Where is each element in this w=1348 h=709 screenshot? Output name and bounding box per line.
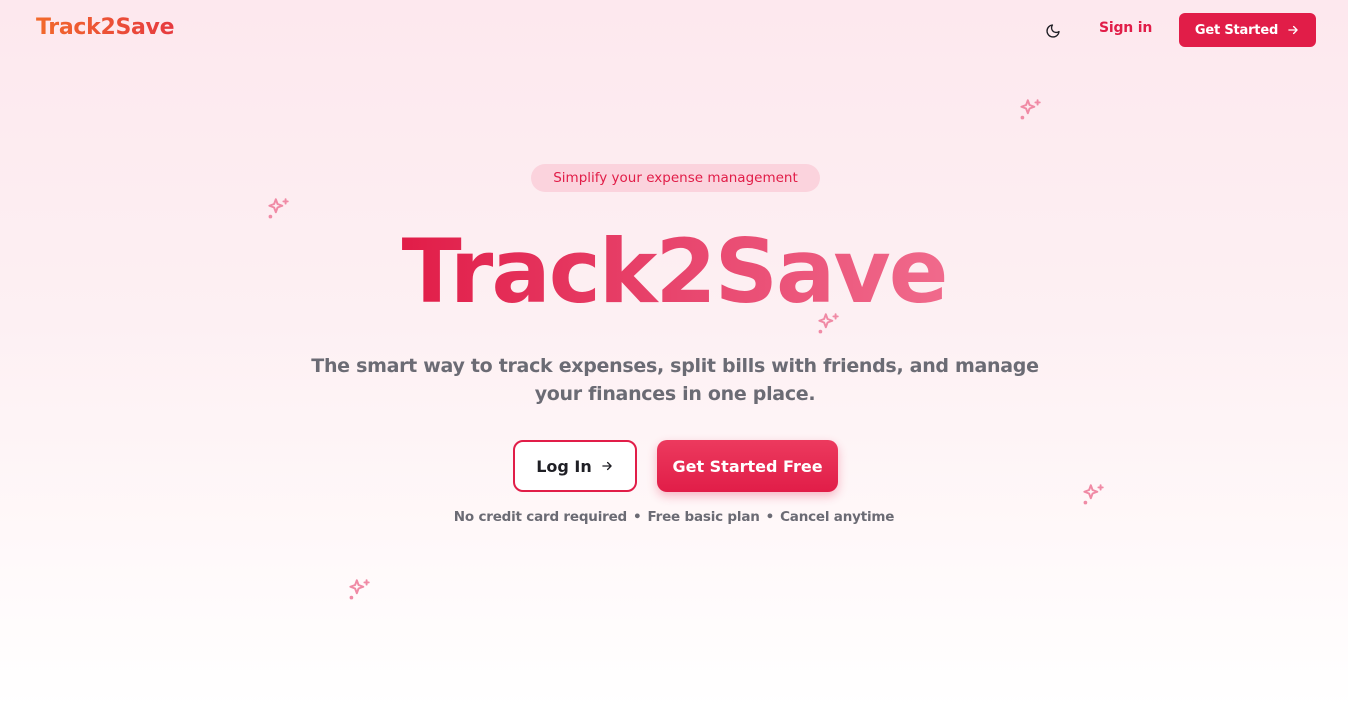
get-started-free-label: Get Started Free [672, 456, 823, 476]
get-started-label: Get Started [1194, 22, 1279, 38]
sparkle-icon [1020, 99, 1041, 120]
logo[interactable]: Track2Save [36, 15, 175, 40]
arrow-right-icon [1288, 25, 1298, 35]
perks-list: No credit card required • Free basic pla… [0, 509, 1348, 525]
perk-item: Cancel anytime [780, 509, 895, 525]
sparkle-icon [1083, 484, 1104, 505]
log-in-label: Log In [536, 456, 592, 476]
get-started-button[interactable]: Get Started [1179, 13, 1316, 47]
perk-separator: • [633, 509, 642, 525]
sparkle-icon [268, 198, 289, 219]
tagline-badge: Simplify your expense management [531, 164, 820, 192]
hero-title: Track2Save [0, 218, 1348, 326]
navbar: Track2Save Sign in Get Started [0, 0, 1348, 60]
moon-icon [1046, 24, 1060, 38]
sign-in-link[interactable]: Sign in [1099, 20, 1152, 36]
hero-title-text: Track2Save [401, 220, 949, 323]
theme-toggle-button[interactable] [1042, 20, 1064, 42]
log-in-button[interactable]: Log In [513, 440, 637, 492]
sparkle-icon [818, 313, 839, 334]
get-started-free-button[interactable]: Get Started Free [657, 440, 838, 492]
arrow-right-icon [602, 461, 612, 471]
sparkle-icon [349, 579, 370, 600]
hero-subtitle: The smart way to track expenses, split b… [311, 355, 1039, 405]
perk-item: No credit card required [453, 509, 628, 525]
perk-item: Free basic plan [647, 509, 760, 525]
perk-separator: • [765, 509, 775, 525]
